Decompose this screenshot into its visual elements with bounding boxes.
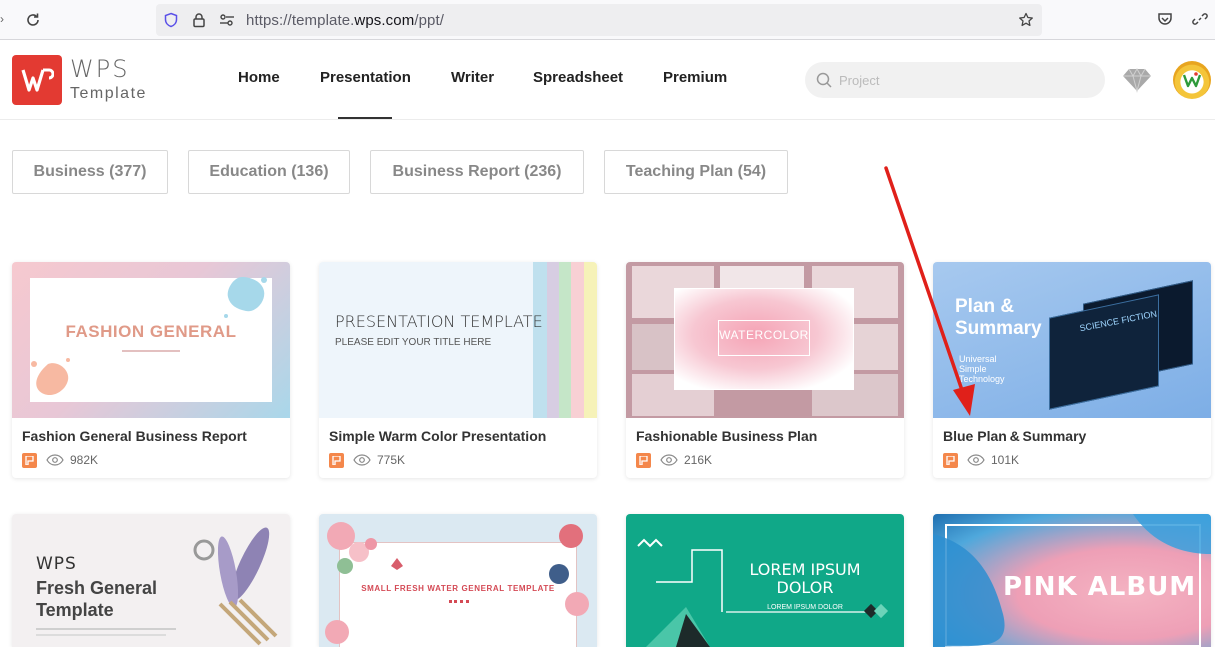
category-teaching-plan[interactable]: Teaching Plan (54) (604, 150, 788, 194)
eye-icon (967, 454, 985, 466)
category-education[interactable]: Education (136) (188, 150, 350, 194)
ppt-file-icon (636, 452, 651, 468)
reload-icon[interactable] (20, 8, 46, 32)
ppt-file-icon (329, 452, 344, 468)
view-count: 101K (991, 453, 1020, 467)
thumbnail-logo: WPS (36, 554, 77, 574)
logo-subtitle: Template (70, 85, 147, 102)
ppt-file-icon (943, 452, 958, 468)
template-card[interactable]: LOREM IPSUM DOLOR LOREM IPSUM DOLOR (626, 514, 904, 647)
card-title[interactable]: Fashionable Business Plan (636, 428, 817, 444)
card-meta: 775K (329, 452, 405, 468)
template-card[interactable]: WPS Fresh General Template (12, 514, 290, 647)
template-card[interactable]: PINK ALBUM (933, 514, 1211, 647)
eye-icon (660, 454, 678, 466)
thumbnail-heading: Summary (955, 318, 1042, 339)
thumbnail-subheading: Universal (959, 354, 997, 364)
thumbnail-subheading: LOREM IPSUM DOLOR (767, 604, 843, 611)
logo-wordmark: WPS (70, 55, 130, 83)
template-thumbnail[interactable]: PRESENTATION TEMPLATE PLEASE EDIT YOUR T… (319, 262, 597, 418)
view-count: 982K (70, 453, 99, 467)
address-bar[interactable]: https://template.wps.com/ppt/ (156, 4, 1042, 36)
thumbnail-heading: Plan & (955, 296, 1015, 317)
thumbnail-heading: DOLOR (776, 578, 834, 597)
category-business[interactable]: Business (377) (12, 150, 168, 194)
template-thumbnail[interactable]: SMALL FRESH WATER GENERAL TEMPLATE (319, 514, 597, 647)
permissions-icon[interactable] (218, 11, 236, 29)
thumbnail-heading: FASHION GENERAL (65, 322, 237, 341)
site-header: WPS Template Home Presentation Writer Sp… (0, 41, 1215, 120)
template-card[interactable]: FASHION GENERAL Fashion General Business… (12, 262, 290, 478)
card-meta: 982K (22, 452, 98, 468)
shield-icon[interactable] (162, 11, 180, 29)
template-thumbnail[interactable]: Plan & Summary Universal Simple Technolo… (933, 262, 1211, 418)
eye-icon (46, 454, 64, 466)
bookmark-star-icon[interactable] (1016, 10, 1036, 30)
search-input[interactable] (839, 68, 1089, 92)
link-icon[interactable] (1190, 9, 1210, 29)
card-title[interactable]: Blue Plan & Summary (943, 428, 1086, 444)
card-title[interactable]: Simple Warm Color Presentation (329, 428, 546, 444)
thumbnail-heading: Fresh General (36, 578, 158, 598)
browser-toolbar: › https://template.wps.com/ppt/ (0, 0, 1215, 40)
wps-logo[interactable] (12, 55, 62, 105)
search-box[interactable] (805, 62, 1105, 98)
view-count: 775K (377, 453, 406, 467)
nav-writer[interactable]: Writer (451, 69, 494, 86)
thumbnail-heading: PINK ALBUM (1003, 572, 1197, 602)
sidebar-edge-icon: › (0, 12, 4, 26)
lock-icon[interactable] (190, 11, 208, 29)
thumbnail-heading: PRESENTATION TEMPLATE (335, 312, 543, 331)
card-meta: 101K (943, 452, 1019, 468)
thumbnail-heading: SMALL FRESH WATER GENERAL TEMPLATE (361, 584, 555, 593)
pocket-icon[interactable] (1155, 9, 1175, 29)
thumbnail-subheading: PLEASE EDIT YOUR TITLE HERE (335, 337, 492, 348)
template-card[interactable]: Plan & Summary Universal Simple Technolo… (933, 262, 1211, 478)
view-count: 216K (684, 453, 713, 467)
card-title[interactable]: Fashion General Business Report (22, 428, 247, 444)
template-card[interactable]: PRESENTATION TEMPLATE PLEASE EDIT YOUR T… (319, 262, 597, 478)
eye-icon (353, 454, 371, 466)
user-avatar[interactable] (1173, 61, 1211, 99)
ppt-file-icon (22, 452, 37, 468)
thumbnail-subheading: Simple (959, 364, 987, 374)
thumbnail-heading: LOREM IPSUM (749, 560, 861, 579)
template-thumbnail[interactable]: FASHION GENERAL (12, 262, 290, 418)
search-icon[interactable] (815, 71, 833, 94)
nav-presentation[interactable]: Presentation (320, 69, 411, 86)
diamond-premium-icon[interactable] (1122, 67, 1152, 98)
nav-premium[interactable]: Premium (663, 69, 727, 86)
nav-home[interactable]: Home (238, 69, 280, 86)
template-thumbnail[interactable]: WPS Fresh General Template (12, 514, 290, 647)
template-thumbnail[interactable]: PINK ALBUM (933, 514, 1211, 647)
template-card[interactable]: SMALL FRESH WATER GENERAL TEMPLATE (319, 514, 597, 647)
category-business-report[interactable]: Business Report (236) (370, 150, 584, 194)
url-text[interactable]: https://template.wps.com/ppt/ (246, 12, 444, 29)
template-thumbnail[interactable]: LOREM IPSUM DOLOR LOREM IPSUM DOLOR (626, 514, 904, 647)
template-card[interactable]: WATERCOLOR Fashionable Business Plan 216… (626, 262, 904, 478)
card-meta: 216K (636, 452, 712, 468)
nav-spreadsheet[interactable]: Spreadsheet (533, 69, 623, 86)
thumbnail-subheading: Technology (959, 374, 1005, 384)
active-nav-indicator (338, 117, 392, 119)
thumbnail-heading: Template (36, 600, 114, 620)
thumbnail-heading: WATERCOLOR (719, 328, 809, 342)
template-thumbnail[interactable]: WATERCOLOR (626, 262, 904, 418)
